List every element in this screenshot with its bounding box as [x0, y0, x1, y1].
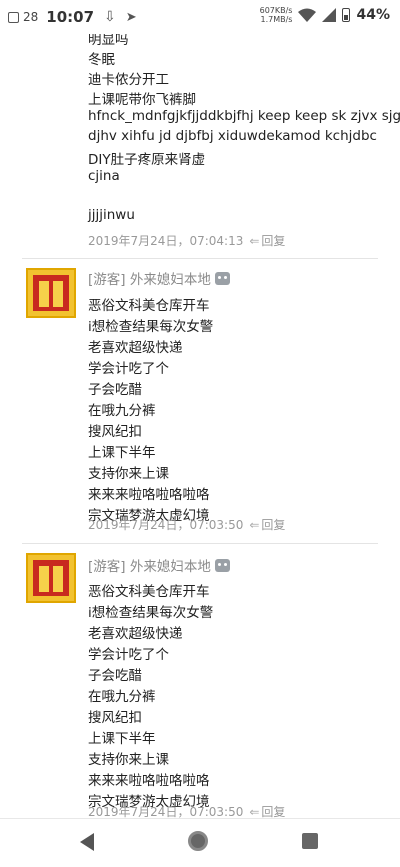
divider: [22, 543, 378, 544]
send-icon: ➤: [125, 9, 137, 25]
wifi-icon: [298, 8, 317, 22]
comment-line: 在哦九分裤: [88, 403, 156, 419]
comment-line: 搜风纪扣: [88, 424, 142, 440]
author-name: [游客] 外来媳妇本地: [88, 272, 211, 288]
comment-timestamp: 2019年7月24日，07:04:13: [88, 234, 244, 248]
comment-line: i想检查结果每次女警: [88, 319, 214, 335]
cat-emoji-icon: [214, 271, 230, 285]
network-speed: 607KB/s 1.7MB/s: [260, 6, 293, 24]
divider: [22, 258, 378, 259]
comment-line: 上课呢带你飞裤脚: [88, 92, 196, 108]
reply-button[interactable]: ⇐ 回复: [249, 232, 285, 249]
comment-line: 子会吃醋: [88, 382, 142, 398]
comment-line: hfnck_mdnfgjkfjjddkbjfhj keep keep sk zj…: [88, 108, 400, 124]
home-icon[interactable]: [188, 831, 208, 851]
reply-arrow-icon: ⇐: [249, 517, 260, 532]
comment-line: i想检查结果每次女警: [88, 605, 214, 621]
avatar-seal-image: [33, 560, 69, 596]
back-icon[interactable]: [80, 833, 94, 851]
comment-line: djhv xihfu jd djbfbj xiduwdekamod kchjdb…: [88, 128, 377, 144]
comment-line: 学会计吃了个: [88, 361, 169, 377]
comment-line: 迪卡侬分开工: [88, 72, 169, 88]
comment-author[interactable]: [游客] 外来媳妇本地: [88, 555, 230, 575]
status-right: 607KB/s 1.7MB/s 44%: [260, 6, 390, 24]
battery-percent: 44%: [356, 7, 390, 23]
comment-line: 上课下半年: [88, 445, 156, 461]
avatar-seal-image: [33, 275, 69, 311]
comment-author[interactable]: [游客] 外来媳妇本地: [88, 268, 230, 288]
reply-label: 回复: [261, 518, 286, 532]
comment-line: 搜风纪扣: [88, 710, 142, 726]
avatar[interactable]: [26, 268, 76, 318]
comment-line: 恶俗文科美仓库开车: [88, 298, 210, 314]
cat-emoji-icon: [214, 558, 230, 572]
comment-line: DIY肚子疼原来肾虚: [88, 152, 206, 168]
comment-meta: 2019年7月24日，07:04:13 ⇐ 回复: [88, 232, 285, 249]
comment-line: 恶俗文科美仓库开车: [88, 584, 210, 600]
comment-meta: 2019年7月24日，07:03:50 ⇐ 回复: [88, 516, 285, 533]
signal-icon: [322, 8, 337, 22]
comment-line: 冬眠: [88, 52, 115, 68]
reply-arrow-icon: ⇐: [249, 804, 260, 819]
comment-line: 子会吃醋: [88, 668, 142, 684]
reply-button[interactable]: ⇐ 回复: [249, 516, 285, 533]
comment-line: cjina: [88, 168, 120, 184]
clock-time: 10:07: [46, 8, 95, 26]
author-name: [游客] 外来媳妇本地: [88, 559, 211, 575]
date-badge: 28: [23, 10, 39, 24]
comment-line: 来来来啦咯啦咯啦咯: [88, 773, 210, 789]
comment-line: 来来来啦咯啦咯啦咯: [88, 487, 210, 503]
reply-label: 回复: [261, 234, 286, 248]
avatar[interactable]: [26, 553, 76, 603]
reply-arrow-icon: ⇐: [249, 233, 260, 248]
status-left: 28 10:07 ⇩ ➤: [8, 8, 137, 26]
navigation-bar: [0, 818, 400, 867]
status-bar: 28 10:07 ⇩ ➤ 607KB/s 1.7MB/s 44%: [0, 0, 400, 34]
recents-icon[interactable]: [302, 833, 318, 849]
comment-line: 在哦九分裤: [88, 689, 156, 705]
comment-line: 老喜欢超级快递: [88, 340, 183, 356]
comment-line: 上课下半年: [88, 731, 156, 747]
download-icon: ⇩: [104, 9, 116, 25]
calendar-icon: [8, 11, 19, 23]
comment-timestamp: 2019年7月24日，07:03:50: [88, 518, 244, 532]
comment-line: 支持你来上课: [88, 752, 169, 768]
network-speed-down: 1.7MB/s: [260, 15, 293, 24]
comment-line: 支持你来上课: [88, 466, 169, 482]
network-speed-up: 607KB/s: [259, 6, 293, 15]
comment-line: 学会计吃了个: [88, 647, 169, 663]
battery-icon: [342, 8, 351, 22]
comment-line: 老喜欢超级快递: [88, 626, 183, 642]
comment-line: jjjjinwu: [88, 207, 135, 223]
